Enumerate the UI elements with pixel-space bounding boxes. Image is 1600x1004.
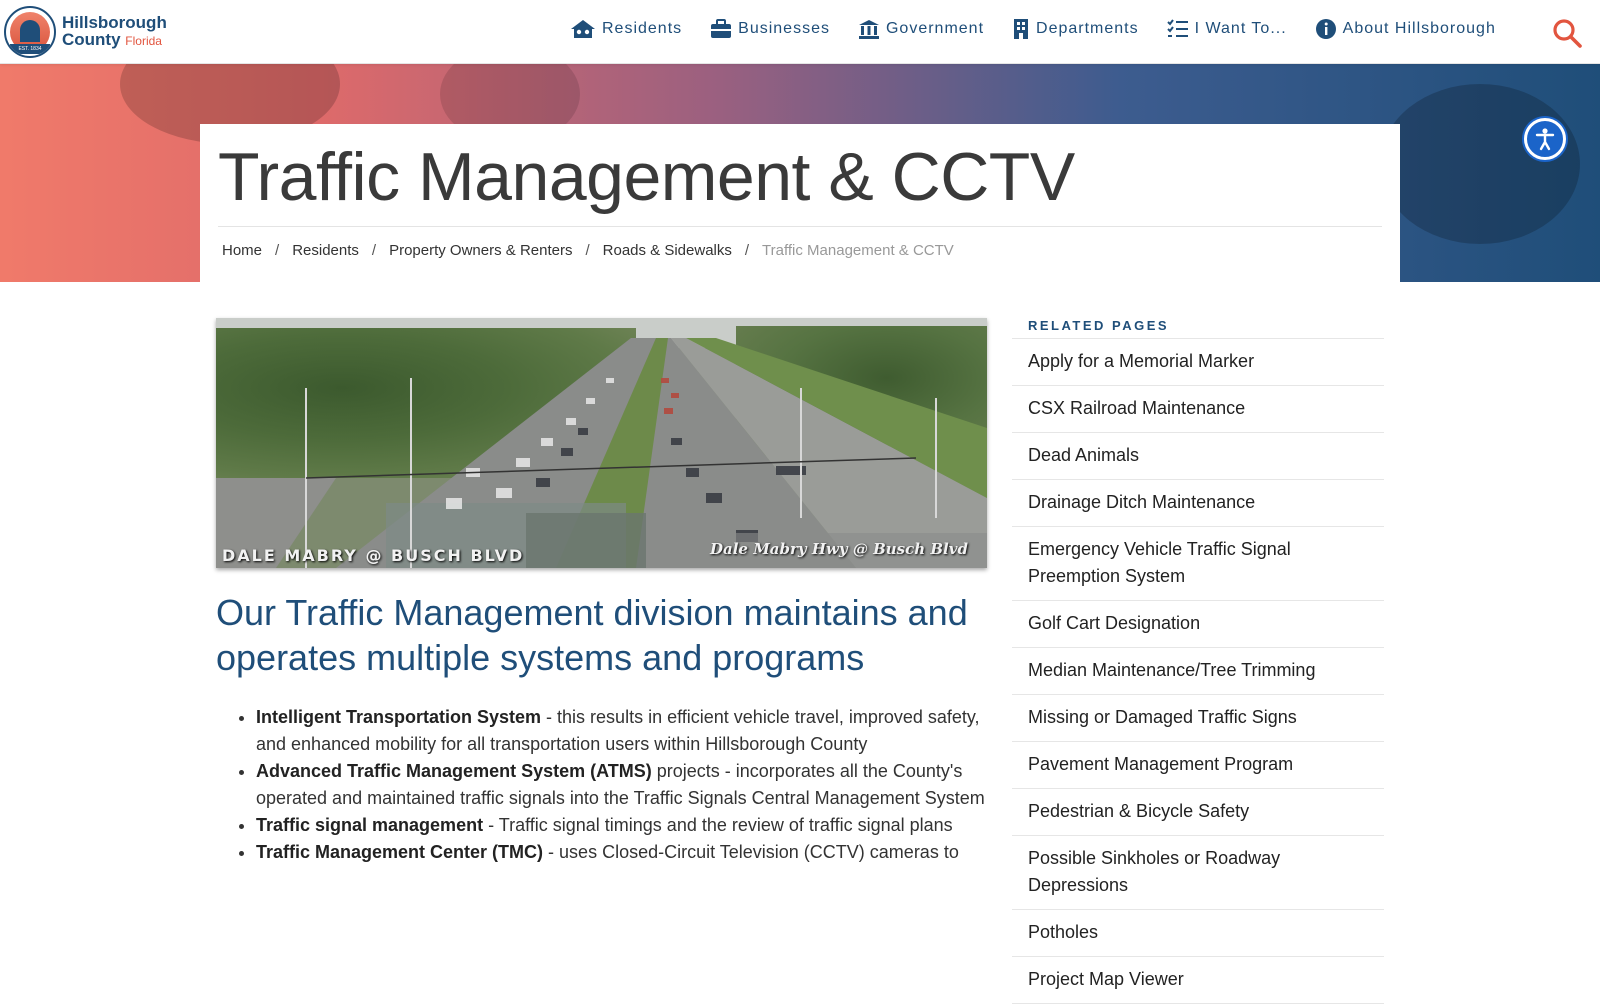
residents-house-icon	[571, 20, 595, 38]
related-link-emergency-preemption[interactable]: Emergency Vehicle Traffic Signal Preempt…	[1012, 527, 1384, 601]
related-link-golf-cart[interactable]: Golf Cart Designation	[1012, 601, 1384, 648]
related-link-sinkholes[interactable]: Possible Sinkholes or Roadway Depression…	[1012, 836, 1384, 910]
breadcrumb-residents[interactable]: Residents	[292, 242, 359, 259]
related-pages-sidebar: RELATED PAGES Apply for a Memorial Marke…	[1012, 318, 1384, 1004]
checklist-icon	[1166, 19, 1188, 37]
search-icon	[1553, 19, 1582, 48]
page-title: Traffic Management & CCTV	[218, 139, 1075, 215]
related-link-dead-animals[interactable]: Dead Animals	[1012, 433, 1384, 480]
breadcrumb-property-owners[interactable]: Property Owners & Renters	[389, 242, 572, 259]
related-link-memorial-marker[interactable]: Apply for a Memorial Marker	[1012, 339, 1384, 386]
list-item: Traffic Management Center (TMC) - uses C…	[256, 839, 988, 866]
accessibility-button[interactable]	[1524, 118, 1566, 160]
traffic-camera-image: DALE MABRY @ BUSCH BLVD Dale Mabry Hwy @…	[216, 318, 987, 568]
nav-i-want-to[interactable]: I Want To...	[1166, 19, 1287, 39]
camera-caption-left: DALE MABRY @ BUSCH BLVD	[222, 546, 525, 565]
related-link-drainage-ditch[interactable]: Drainage Ditch Maintenance	[1012, 480, 1384, 527]
county-logo[interactable]: EST. 1834 Hillsborough County Florida	[4, 6, 167, 58]
related-link-median-maintenance[interactable]: Median Maintenance/Tree Trimming	[1012, 648, 1384, 695]
county-seal-icon: EST. 1834	[4, 6, 56, 58]
logo-state: Florida	[125, 34, 162, 48]
list-item: Advanced Traffic Management System (ATMS…	[256, 758, 988, 812]
camera-caption-right: Dale Mabry Hwy @ Busch Blvd	[710, 540, 968, 558]
lead-heading: Our Traffic Management division maintain…	[216, 592, 968, 678]
nav-residents[interactable]: Residents	[570, 19, 682, 39]
government-building-icon	[858, 20, 879, 39]
systems-list: Intelligent Transportation System - this…	[256, 704, 988, 866]
related-pages-heading: RELATED PAGES	[1028, 318, 1170, 333]
related-link-traffic-signs[interactable]: Missing or Damaged Traffic Signs	[1012, 695, 1384, 742]
related-link-pavement-management[interactable]: Pavement Management Program	[1012, 742, 1384, 789]
title-card: Traffic Management & CCTV Home / Residen…	[200, 124, 1400, 284]
nav-businesses[interactable]: Businesses	[710, 19, 830, 39]
info-circle-icon	[1315, 19, 1336, 39]
nav-about-hillsborough[interactable]: About Hillsborough	[1315, 18, 1496, 40]
related-link-potholes[interactable]: Potholes	[1012, 910, 1384, 957]
logo-county: County	[62, 30, 121, 49]
nav-government[interactable]: Government	[858, 19, 984, 39]
related-link-project-map-viewer[interactable]: Project Map Viewer	[1012, 957, 1384, 1004]
briefcase-icon	[711, 19, 732, 38]
list-item: Traffic signal management - Traffic sign…	[256, 812, 988, 839]
related-link-csx-railroad[interactable]: CSX Railroad Maintenance	[1012, 386, 1384, 433]
road-scene	[216, 338, 987, 568]
accessibility-icon	[1535, 128, 1555, 151]
breadcrumb-home[interactable]: Home	[222, 242, 262, 259]
breadcrumb-roads-sidewalks[interactable]: Roads & Sidewalks	[603, 242, 732, 259]
site-header: EST. 1834 Hillsborough County Florida Re…	[0, 0, 1600, 64]
divider	[218, 226, 1382, 227]
nav-departments[interactable]: Departments	[1012, 18, 1139, 40]
office-building-icon	[1014, 19, 1029, 39]
logo-name: Hillsborough	[62, 13, 167, 32]
related-link-pedestrian-bicycle[interactable]: Pedestrian & Bicycle Safety	[1012, 789, 1384, 836]
search-button[interactable]	[1552, 18, 1582, 53]
list-item: Intelligent Transportation System - this…	[256, 704, 988, 758]
related-pages-list: Apply for a Memorial Marker CSX Railroad…	[1012, 339, 1384, 1004]
breadcrumb-current: Traffic Management & CCTV	[762, 242, 954, 259]
main-nav: Residents Businesses Government Departme…	[570, 18, 1524, 40]
breadcrumb: Home / Residents / Property Owners & Ren…	[222, 242, 954, 259]
main-content: DALE MABRY @ BUSCH BLVD Dale Mabry Hwy @…	[216, 318, 988, 866]
